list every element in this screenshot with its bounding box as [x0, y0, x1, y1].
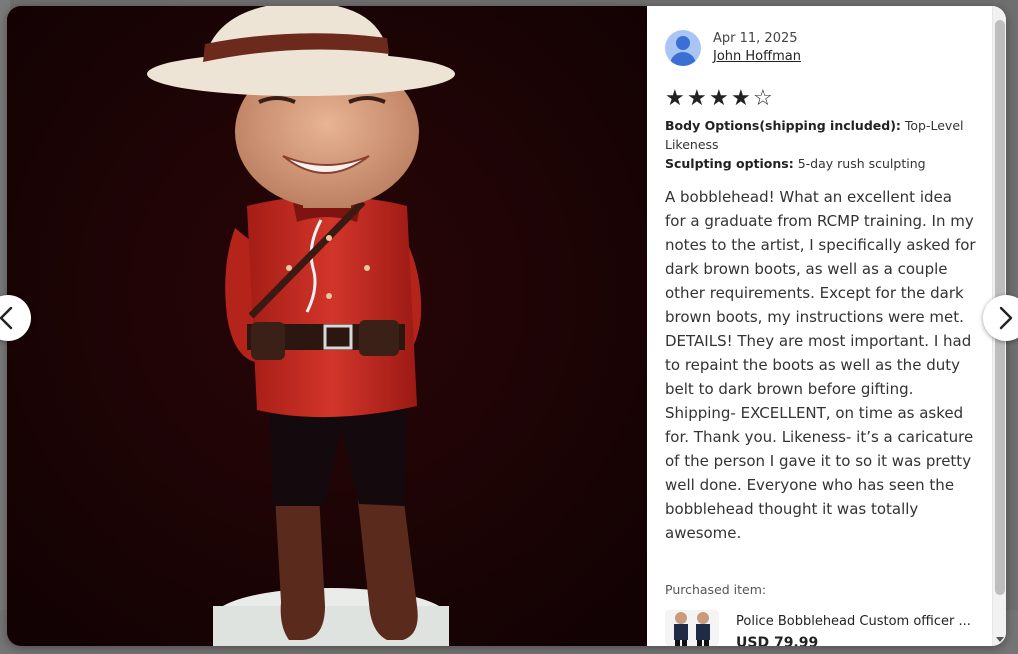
user-avatar-icon — [665, 30, 701, 66]
chevron-left-icon — [0, 306, 13, 330]
previous-photo-button[interactable] — [0, 295, 31, 341]
option-label: Body Options(shipping included): — [665, 118, 901, 133]
review-details: Apr 11, 2025 John Hoffman ★★★★☆ Body Opt… — [647, 6, 992, 646]
purchased-item-label: Purchased item: — [665, 582, 767, 597]
purchased-item-price: USD 79.99 — [736, 635, 819, 646]
star-filled-icon: ★ — [665, 86, 686, 111]
scroll-down-arrow-icon[interactable] — [996, 637, 1004, 642]
variation-options: Body Options(shipping included): Top-Lev… — [665, 116, 965, 173]
purchased-item-thumbnail[interactable] — [665, 610, 719, 646]
review-text: A bobblehead! What an excellent idea for… — [665, 188, 976, 542]
option-sculpting: Sculpting options: 5-day rush sculpting — [665, 154, 965, 173]
review-photo-modal: Apr 11, 2025 John Hoffman ★★★★☆ Body Opt… — [7, 6, 1006, 646]
reviewer-name-link[interactable]: John Hoffman — [713, 49, 801, 64]
review-date: Apr 11, 2025 — [713, 31, 798, 46]
star-filled-icon: ★ — [731, 86, 752, 111]
star-rating: ★★★★☆ — [665, 88, 775, 110]
star-filled-icon: ★ — [687, 86, 708, 111]
bobblehead-photo — [7, 6, 647, 646]
option-label: Sculpting options: — [665, 156, 794, 171]
option-value: 5-day rush sculpting — [797, 156, 926, 171]
next-photo-button[interactable] — [983, 295, 1018, 341]
star-filled-icon: ★ — [709, 86, 730, 111]
purchased-item-title[interactable]: Police Bobblehead Custom officer ... — [736, 614, 971, 629]
chevron-right-icon — [999, 306, 1013, 330]
option-body: Body Options(shipping included): Top-Lev… — [665, 116, 965, 154]
review-photo — [7, 6, 647, 646]
star-empty-icon: ☆ — [753, 86, 774, 111]
purchased-item-link[interactable]: Police Bobblehead Custom officer ... USD… — [665, 608, 985, 646]
